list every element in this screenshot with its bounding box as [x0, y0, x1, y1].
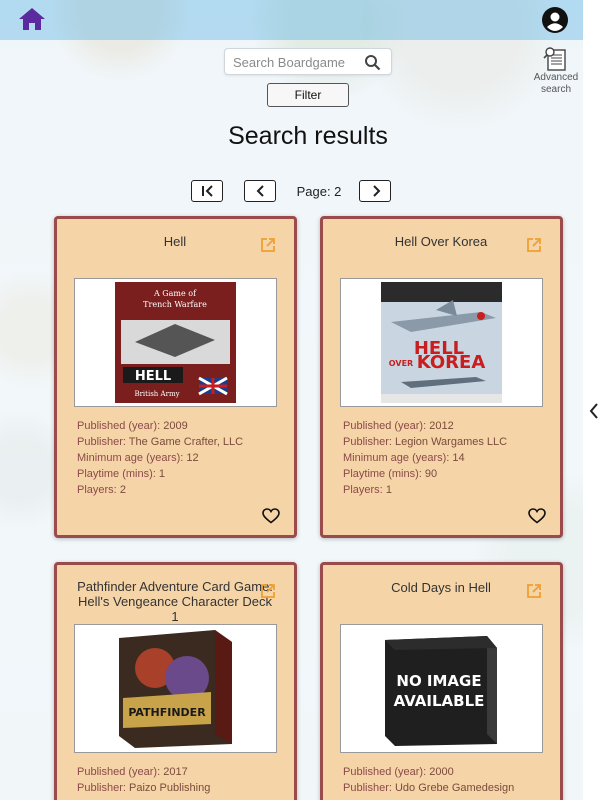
game-details: Published (year): 2000 Publisher: Udo Gr… — [343, 764, 553, 796]
box-text-line1: A Game of — [153, 289, 197, 298]
game-image[interactable]: HELL OVER KOREA — [340, 278, 543, 407]
min-age-label: Minimum age (years): — [343, 452, 450, 464]
filter-button[interactable]: Filter — [267, 83, 349, 107]
publisher-label: Publisher: — [77, 782, 126, 794]
game-image[interactable]: NO IMAGE AVAILABLE — [340, 624, 543, 753]
box-text-line4: British Army — [134, 390, 179, 398]
chevron-right-icon — [373, 185, 381, 197]
box-text-line2: OVER — [389, 359, 413, 368]
advanced-search-label-2: search — [540, 84, 571, 95]
game-card: Cold Days in Hell NO IMAGE AVAILABLE Pub… — [320, 562, 563, 800]
game-card: Hell Over Korea HELL OVER KOREA Publishe… — [320, 216, 563, 538]
players-label: Players: — [343, 484, 383, 496]
published-value: 2000 — [429, 766, 454, 778]
box-art: PATHFINDER — [119, 630, 232, 748]
box-text-line3: KOREA — [417, 352, 486, 373]
game-card: Pathfinder Adventure Card Game: Hell's V… — [54, 562, 297, 800]
publisher-label: Publisher: — [343, 436, 392, 448]
external-link-icon[interactable] — [260, 583, 276, 599]
playtime-value: 1 — [158, 468, 166, 480]
box-text-line3: HELL — [135, 369, 171, 384]
game-title: Hell Over Korea — [394, 234, 488, 249]
published-value: 2012 — [429, 420, 454, 432]
publisher-value: Paizo Publishing — [128, 782, 211, 794]
chevron-left-icon[interactable] — [588, 402, 600, 420]
search-box — [224, 48, 392, 75]
top-navbar — [0, 0, 583, 40]
game-image[interactable]: A Game of Trench Warfare HELL British Ar… — [74, 278, 277, 407]
published-label: Published (year): — [343, 766, 427, 778]
account-circle-icon[interactable] — [541, 6, 569, 34]
box-text-line2: Trench Warfare — [143, 300, 207, 309]
heart-icon[interactable] — [528, 508, 546, 524]
box-art: A Game of Trench Warfare HELL British Ar… — [115, 282, 236, 403]
next-page-button[interactable] — [359, 180, 391, 202]
min-age-label: Minimum age (years): — [77, 452, 184, 464]
first-page-button[interactable] — [191, 180, 223, 202]
search-input[interactable] — [233, 53, 358, 71]
playtime-label: Playtime (mins): — [77, 468, 156, 480]
placeholder-text-line1: NO IMAGE — [396, 672, 481, 690]
box-art: HELL OVER KOREA — [381, 282, 502, 403]
chevron-left-icon — [256, 185, 264, 197]
side-panel-strip — [583, 0, 600, 800]
advanced-search-label: Advanced — [533, 72, 579, 83]
previous-page-button[interactable] — [244, 180, 276, 202]
game-details: Published (year): 2017 Publisher: Paizo … — [77, 764, 287, 796]
search-icon[interactable] — [364, 54, 381, 71]
game-title: Pathfinder Adventure Card Game: Hell's V… — [77, 579, 273, 624]
home-icon[interactable] — [18, 6, 46, 32]
game-card: Hell A Game of Trench Warfare HELL Briti… — [54, 216, 297, 538]
playtime-value: 90 — [424, 468, 438, 480]
advanced-search-icon — [543, 47, 566, 71]
game-details: Published (year): 2009 Publisher: The Ga… — [77, 418, 287, 498]
external-link-icon[interactable] — [260, 237, 276, 253]
players-label: Players: — [77, 484, 117, 496]
heart-icon[interactable] — [262, 508, 280, 524]
publisher-value: Legion Wargames LLC — [394, 436, 508, 448]
page-indicator: Page: 2 — [296, 184, 342, 199]
min-age-value: 12 — [186, 452, 199, 464]
playtime-label: Playtime (mins): — [343, 468, 422, 480]
first-page-icon — [202, 185, 213, 197]
min-age-value: 14 — [452, 452, 465, 464]
publisher-value: Udo Grebe Gamedesign — [394, 782, 515, 794]
page-title: Search results — [228, 122, 388, 150]
no-image-placeholder: NO IMAGE AVAILABLE — [385, 636, 497, 746]
game-title: Hell — [163, 234, 187, 249]
published-value: 2017 — [163, 766, 188, 778]
publisher-value: The Game Crafter, LLC — [128, 436, 244, 448]
box-text-line1: PATHFINDER — [128, 706, 206, 719]
players-value: 2 — [119, 484, 126, 496]
game-details: Published (year): 2012 Publisher: Legion… — [343, 418, 553, 498]
published-value: 2009 — [163, 420, 188, 432]
external-link-icon[interactable] — [526, 237, 542, 253]
players-value: 1 — [385, 484, 392, 496]
published-label: Published (year): — [77, 766, 161, 778]
published-label: Published (year): — [77, 420, 161, 432]
game-title: Cold Days in Hell — [391, 580, 491, 595]
external-link-icon[interactable] — [526, 583, 542, 599]
advanced-search-button[interactable]: Advanced search — [530, 46, 582, 98]
game-image[interactable]: PATHFINDER — [74, 624, 277, 753]
published-label: Published (year): — [343, 420, 427, 432]
publisher-label: Publisher: — [343, 782, 392, 794]
placeholder-text-line2: AVAILABLE — [394, 692, 485, 710]
publisher-label: Publisher: — [77, 436, 126, 448]
